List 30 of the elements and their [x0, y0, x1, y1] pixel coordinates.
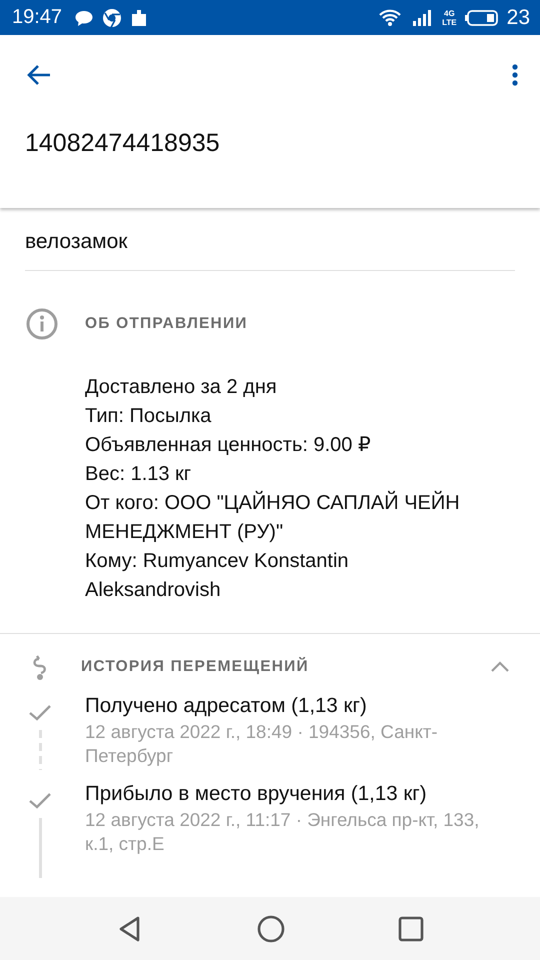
- event-details: 12 августа 2022 г., 18:49 · 194356, Санкт-Петербург: [85, 720, 439, 768]
- section-title: ИСТОРИЯ ПЕРЕМЕЩЕНИЙ: [81, 658, 309, 676]
- network-type: 4G LTE: [442, 8, 457, 26]
- event-title: Прибыло в место вручения (1,13 кг): [85, 782, 428, 806]
- check-icon: [27, 702, 53, 722]
- battery-percent: 23: [506, 6, 530, 30]
- shipment-detail: Тип: Посылка: [85, 404, 212, 429]
- shipment-detail: Кому: Rumyancev Konstantin Aleksandrovish: [85, 549, 350, 603]
- section-title: ОБ ОТПРАВЛЕНИИ: [85, 315, 248, 333]
- event-details: 12 августа 2022 г., 11:17 · Энгельса пр-кт, 133, к.1, стр.Е: [85, 808, 480, 856]
- battery-icon: [464, 8, 499, 26]
- shipment-detail: Объявленная ценность: 9.00 ₽: [85, 433, 372, 458]
- shipment-detail: От кого: ООО "ЦАЙНЯО САПЛАЙ ЧЕЙН МЕНЕДЖМЕНТ (РУ)": [85, 490, 461, 545]
- browser-icon: [102, 8, 122, 28]
- info-icon: [25, 307, 59, 341]
- shipment-detail: Доставлено за 2 дня: [85, 375, 278, 400]
- shipment-detail: Вес: 1.13 кг: [85, 462, 192, 487]
- message-icon: [74, 8, 94, 26]
- tracking-number: 14082474418935: [25, 129, 221, 158]
- circle-icon: [256, 914, 285, 942]
- briefcase-icon: [130, 8, 148, 28]
- event-title: Получено адресатом (1,13 кг): [85, 694, 368, 718]
- back-arrow-icon: [26, 63, 52, 87]
- more-icon: [512, 63, 518, 87]
- square-icon: [398, 916, 424, 942]
- status-time: 19:47: [12, 6, 62, 29]
- wifi-icon: [378, 8, 402, 28]
- chevron-icon: [490, 661, 510, 673]
- note-field[interactable]: велозамок: [25, 230, 515, 271]
- check-icon: [27, 790, 53, 810]
